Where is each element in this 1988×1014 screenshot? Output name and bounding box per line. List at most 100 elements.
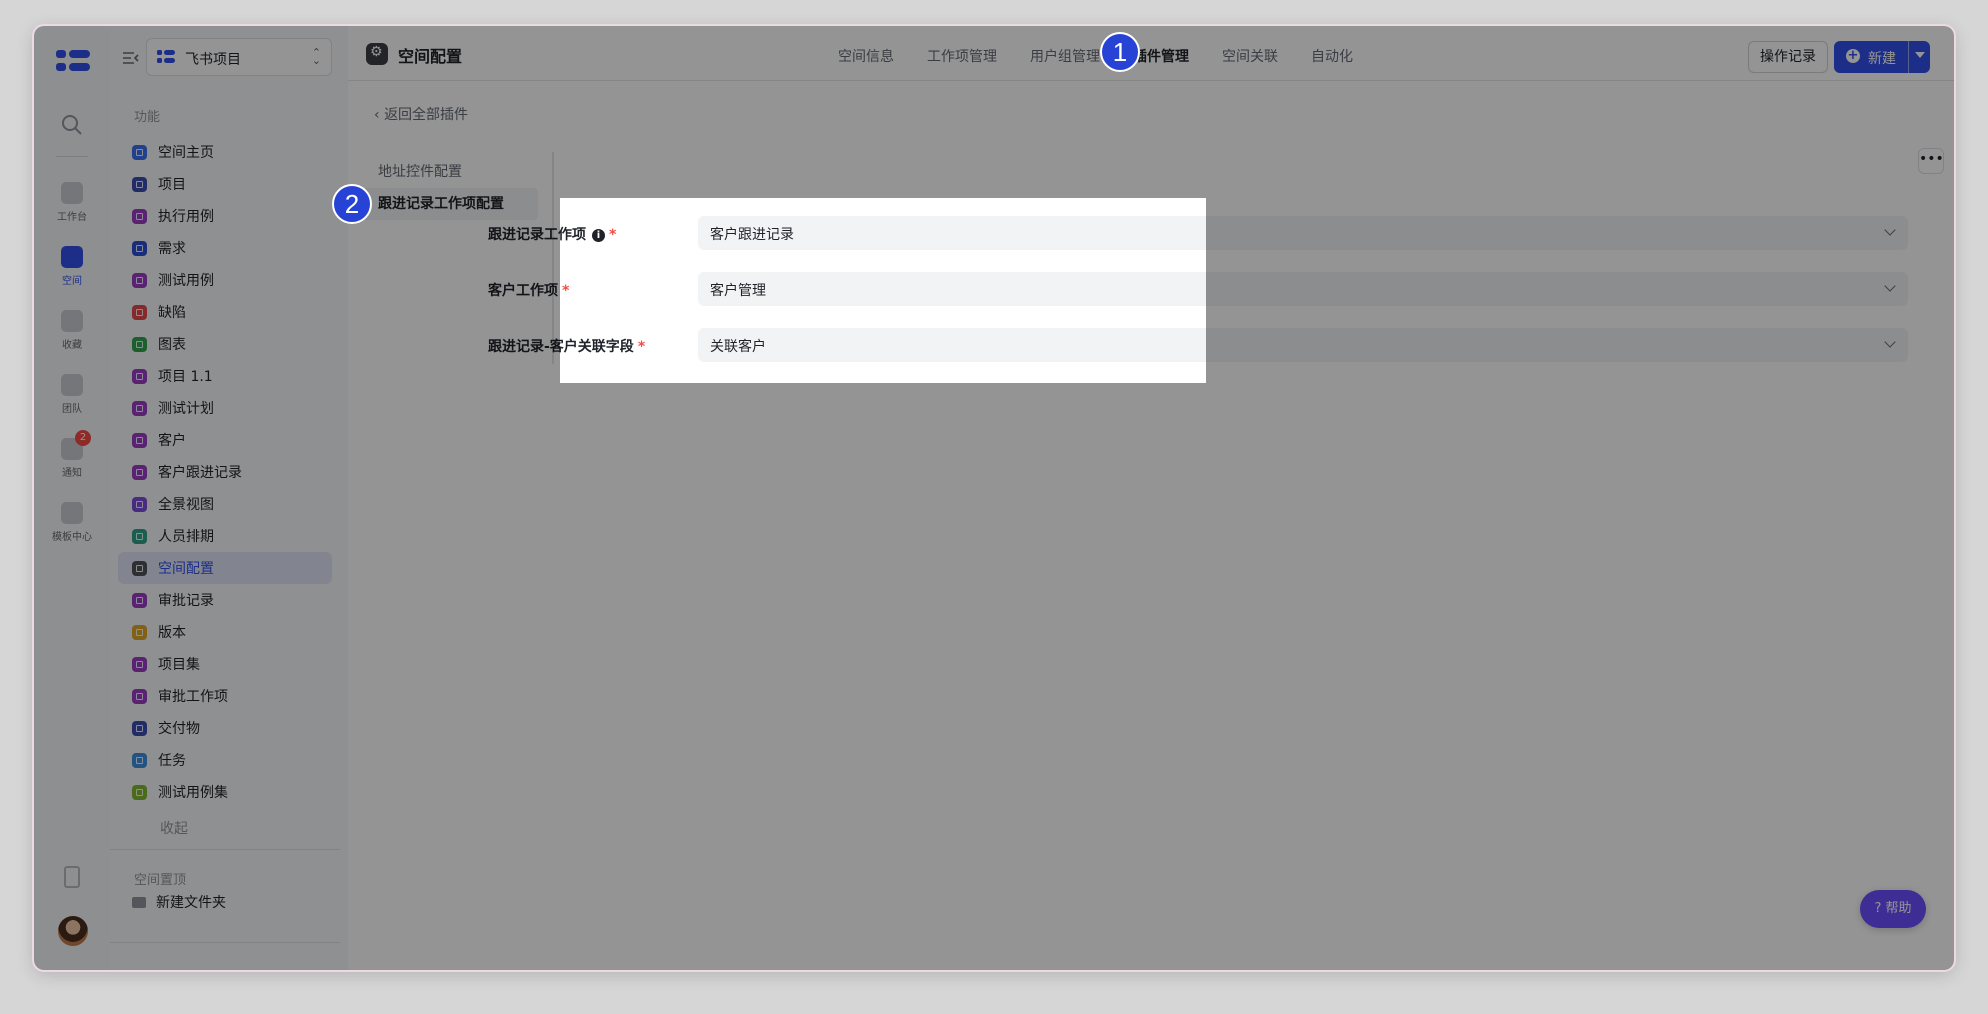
form-row: 跟进记录工作项 i * 客户跟进记录 [488, 216, 1908, 250]
main-area: 空间配置 空间信息 工作项管理 用户组管理 插件管理 空间关联 自动化 操作记录 + 新建… [348, 26, 1954, 970]
home-icon [61, 182, 83, 204]
sidebar-item[interactable]: 客户 [118, 424, 332, 456]
back-to-plugins-link[interactable]: ‹ 返回全部插件 [374, 104, 468, 124]
work-item-icon [132, 496, 147, 512]
sidebar-item[interactable]: 空间主页 [118, 136, 332, 168]
rail-divider [56, 156, 88, 157]
section-label-pinned: 空间置顶 [134, 873, 187, 888]
sidebar-item[interactable]: 图表 [118, 328, 332, 360]
work-item-icon [132, 688, 147, 704]
space-icon [61, 246, 83, 268]
left-rail: 工作台 空间 收藏 团队 2 通知 模板中心 [34, 26, 111, 970]
sidebar-item[interactable]: 测试用例 [118, 264, 332, 296]
work-item-icon [132, 432, 147, 448]
sidebar-divider [110, 849, 340, 850]
sidebar-item[interactable]: 客户跟进记录 [118, 456, 332, 488]
plus-circle-icon: + [1846, 48, 1860, 63]
form-row: 跟进记录-客户关联字段 * 关联客户 [488, 328, 1908, 362]
chevron-down-icon [1884, 224, 1896, 236]
help-icon: ? [1874, 901, 1886, 916]
rail-item-team[interactable]: 团队 [34, 374, 110, 415]
app-window: 工作台 空间 收藏 团队 2 通知 模板中心 飞书项目 ⌃ ⌄ 功能 空间主页 … [34, 26, 1954, 970]
settings-icon [366, 43, 388, 65]
sidebar-item[interactable]: 任务 [118, 744, 332, 776]
sidebar-item[interactable]: 人员排期 [118, 520, 332, 552]
tab[interactable]: 工作项管理 [927, 46, 997, 66]
sidebar-item[interactable]: 版本 [118, 616, 332, 648]
sidebar-item[interactable]: 测试计划 [118, 392, 332, 424]
user-avatar[interactable] [58, 916, 88, 946]
work-item-icon [132, 368, 147, 384]
plugin-config-nav: 地址控件配置 跟进记录工作项配置 [362, 156, 538, 220]
project-switcher[interactable]: 飞书项目 ⌃ ⌄ [146, 38, 332, 76]
plugin-config-item[interactable]: 地址控件配置 [362, 156, 538, 188]
work-item-icon [132, 752, 147, 768]
rail-item-templates[interactable]: 模板中心 [34, 502, 110, 543]
button-split [1908, 41, 1909, 73]
tab[interactable]: 自动化 [1311, 46, 1353, 66]
sidebar-item[interactable]: 缺陷 [118, 296, 332, 328]
top-bar: 空间配置 空间信息 工作项管理 用户组管理 插件管理 空间关联 自动化 操作记录 + 新建 [348, 26, 1954, 81]
field-label: 跟进记录-客户关联字段 * [488, 339, 646, 355]
dropdown-caret-icon[interactable] [1915, 52, 1925, 58]
sidebar-nav: 空间主页 项目 执行用例 需求 测试用例 缺陷 图表 项目 1.1 测试计划 客户 客户跟进记录 全景… [118, 136, 332, 808]
work-item-icon [132, 208, 147, 224]
required-mark: * [637, 339, 646, 355]
tab[interactable]: 空间关联 [1222, 46, 1278, 66]
work-item-icon [132, 304, 147, 320]
collapse-link[interactable]: 收起 [160, 818, 188, 838]
sidebar-item[interactable]: 交付物 [118, 712, 332, 744]
rail-item-notifications[interactable]: 2 通知 [34, 430, 110, 479]
sidebar-item[interactable]: 需求 [118, 232, 332, 264]
field-select[interactable]: 客户跟进记录 [698, 216, 1908, 250]
operation-log-button[interactable]: 操作记录 [1748, 41, 1828, 73]
work-item-icon [132, 176, 147, 192]
help-button[interactable]: ? 帮助 [1860, 890, 1926, 928]
tab[interactable]: 插件管理 [1133, 46, 1189, 66]
project-sidebar: 飞书项目 ⌃ ⌄ 功能 空间主页 项目 执行用例 需求 测试用例 缺陷 图表 项目 1.1 测试计… [110, 26, 349, 970]
field-select[interactable]: 关联客户 [698, 328, 1908, 362]
sidebar-item[interactable]: 项目 [118, 168, 332, 200]
sidebar-item[interactable]: 项目 1.1 [118, 360, 332, 392]
tab[interactable]: 空间信息 [838, 46, 894, 66]
sidebar-item[interactable]: 全景视图 [118, 488, 332, 520]
rail-item-favorites[interactable]: 收藏 [34, 310, 110, 351]
rail-item-space[interactable]: 空间 [34, 246, 110, 287]
project-name: 飞书项目 [185, 52, 241, 68]
sidebar-item[interactable]: 项目集 [118, 648, 332, 680]
field-label: 跟进记录工作项 i * [488, 227, 617, 243]
sidebar-item[interactable]: 审批记录 [118, 584, 332, 616]
new-button[interactable]: + 新建 [1834, 41, 1930, 73]
search-icon[interactable] [59, 112, 85, 138]
more-options-icon[interactable]: ••• [1918, 148, 1944, 174]
mobile-app-icon[interactable] [64, 866, 80, 888]
app-logo-icon[interactable] [56, 48, 90, 74]
folder-icon [132, 896, 146, 908]
step-marker-1: 1 [1100, 32, 1140, 72]
work-item-icon [132, 624, 147, 640]
step-marker-2: 2 [332, 184, 372, 224]
work-item-icon [132, 720, 147, 736]
sidebar-item[interactable]: 空间配置 [118, 552, 332, 584]
chevron-down-icon [1884, 280, 1896, 292]
sidebar-item[interactable]: 审批工作项 [118, 680, 332, 712]
work-item-icon [132, 656, 147, 672]
work-item-icon [132, 560, 147, 576]
field-select[interactable]: 客户管理 [698, 272, 1908, 306]
work-item-icon [132, 272, 147, 288]
collapse-sidebar-icon[interactable] [122, 50, 140, 66]
new-folder-item[interactable]: 新建文件夹 [132, 892, 226, 912]
work-item-icon [132, 528, 147, 544]
work-item-icon [132, 240, 147, 256]
rail-item-workbench[interactable]: 工作台 [34, 182, 110, 223]
sidebar-item[interactable]: 执行用例 [118, 200, 332, 232]
work-item-icon [132, 144, 147, 160]
page-title: 空间配置 [398, 47, 463, 66]
form-row: 客户工作项 * 客户管理 [488, 272, 1908, 306]
work-item-icon [132, 400, 147, 416]
field-label: 客户工作项 * [488, 283, 570, 299]
sidebar-item[interactable]: 测试用例集 [118, 776, 332, 808]
template-icon [61, 502, 83, 524]
info-icon[interactable]: i [592, 229, 605, 242]
tab[interactable]: 用户组管理 [1030, 46, 1100, 66]
